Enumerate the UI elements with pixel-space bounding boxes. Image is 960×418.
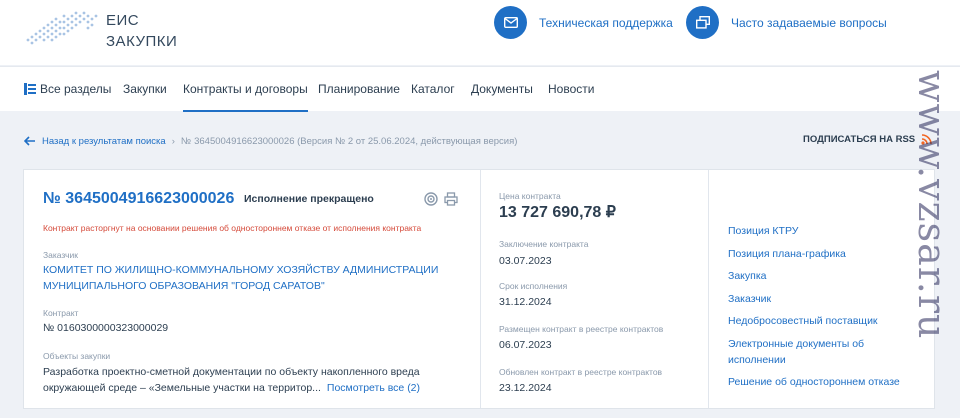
- contract-reg-number[interactable]: № 3645004916623000026: [43, 190, 234, 208]
- updated-label: Обновлен контракт в реестре контрактов: [499, 367, 663, 377]
- main-nav: Все разделы Закупки Контракты и договоры…: [0, 66, 960, 112]
- column-divider: [480, 170, 481, 408]
- nav-planning[interactable]: Планирование: [318, 67, 400, 112]
- link-unfair-supplier[interactable]: Недобросовестный поставщик: [728, 313, 918, 329]
- logo-text: ЕИС ЗАКУПКИ: [106, 10, 177, 52]
- print-icon[interactable]: [444, 192, 458, 206]
- breadcrumb-current: 3645004916623000026 (Версия № 2 от 25.06…: [194, 135, 518, 147]
- watermark: www.vzsar.ru: [906, 70, 960, 418]
- status-badge: Исполнение прекращено: [244, 193, 374, 205]
- breadcrumb-number-sign: №: [180, 135, 192, 147]
- conclusion-label: Заключение контракта: [499, 239, 589, 249]
- target-icon[interactable]: [424, 192, 438, 206]
- termination-warning: Контракт расторгнут на основании решения…: [43, 223, 422, 233]
- posted-label: Размещен контракт в реестре контрактов: [499, 324, 664, 334]
- faq-label: Часто задаваемые вопросы: [731, 15, 887, 30]
- price-label: Цена контракта: [499, 191, 561, 201]
- logo-line2: ЗАКУПКИ: [106, 33, 178, 50]
- nav-news[interactable]: Новости: [548, 67, 594, 112]
- arrow-left-icon[interactable]: [24, 136, 36, 146]
- contract-card: № 3645004916623000026 Исполнение прекращ…: [23, 169, 935, 409]
- nav-purchases[interactable]: Закупки: [123, 67, 167, 112]
- link-unilateral-refusal[interactable]: Решение об одностороннем отказе: [728, 374, 918, 390]
- back-to-results-link[interactable]: Назад к результатам поиска: [42, 136, 166, 147]
- breadcrumb: Назад к результатам поиска › № 364500491…: [24, 134, 517, 148]
- customer-label: Заказчик: [43, 250, 78, 260]
- nav-label: Все разделы: [40, 82, 112, 96]
- watermark-text: www.vzsar.ru: [910, 70, 954, 340]
- breadcrumb-separator: ›: [171, 135, 175, 147]
- posted-date: 06.07.2023: [499, 339, 552, 351]
- nav-all-sections[interactable]: Все разделы: [24, 67, 111, 112]
- objects-label: Объекты закупки: [43, 351, 111, 361]
- contract-number: № 0160300000323000029: [43, 322, 169, 334]
- objects-text: Разработка проектно-сметной документации…: [43, 364, 463, 396]
- link-purchase[interactable]: Закупка: [728, 268, 918, 284]
- mail-icon: [494, 6, 527, 39]
- customer-link[interactable]: КОМИТЕТ ПО ЖИЛИЩНО-КОММУНАЛЬНОМУ ХОЗЯЙСТ…: [43, 262, 463, 294]
- support-label: Техническая поддержка: [539, 15, 673, 30]
- contract-label: Контракт: [43, 308, 79, 318]
- link-electronic-documents[interactable]: Электронные документы об исполнении: [728, 336, 918, 368]
- russia-map-logo-icon: [26, 11, 98, 45]
- link-customer[interactable]: Заказчик: [728, 291, 918, 307]
- nav-catalog[interactable]: Каталог: [411, 67, 455, 112]
- term-date: 31.12.2024: [499, 296, 552, 308]
- nav-contracts[interactable]: Контракты и договоры: [183, 67, 308, 112]
- see-all-link[interactable]: Посмотреть все (2): [327, 382, 420, 394]
- nav-documents[interactable]: Документы: [471, 67, 533, 112]
- support-link[interactable]: Техническая поддержка: [494, 6, 673, 39]
- column-divider: [708, 170, 709, 408]
- link-plan-schedule-position[interactable]: Позиция плана-графика: [728, 246, 918, 262]
- rss-label: ПОДПИСАТЬСЯ НА RSS: [803, 134, 916, 145]
- updated-date: 23.12.2024: [499, 382, 552, 394]
- eis-logo[interactable]: ЕИС ЗАКУПКИ: [22, 6, 202, 52]
- link-ktru-position[interactable]: Позиция КТРУ: [728, 223, 918, 239]
- sections-icon: [24, 82, 36, 95]
- term-label: Срок исполнения: [499, 281, 568, 291]
- faq-icon: [686, 6, 719, 39]
- faq-link[interactable]: Часто задаваемые вопросы: [686, 6, 887, 39]
- logo-line1: ЕИС: [106, 12, 140, 29]
- price-value: 13 727 690,78 ₽: [499, 204, 616, 221]
- site-header: ЕИС ЗАКУПКИ Техническая поддержка Часто …: [0, 0, 960, 65]
- conclusion-date: 03.07.2023: [499, 255, 552, 267]
